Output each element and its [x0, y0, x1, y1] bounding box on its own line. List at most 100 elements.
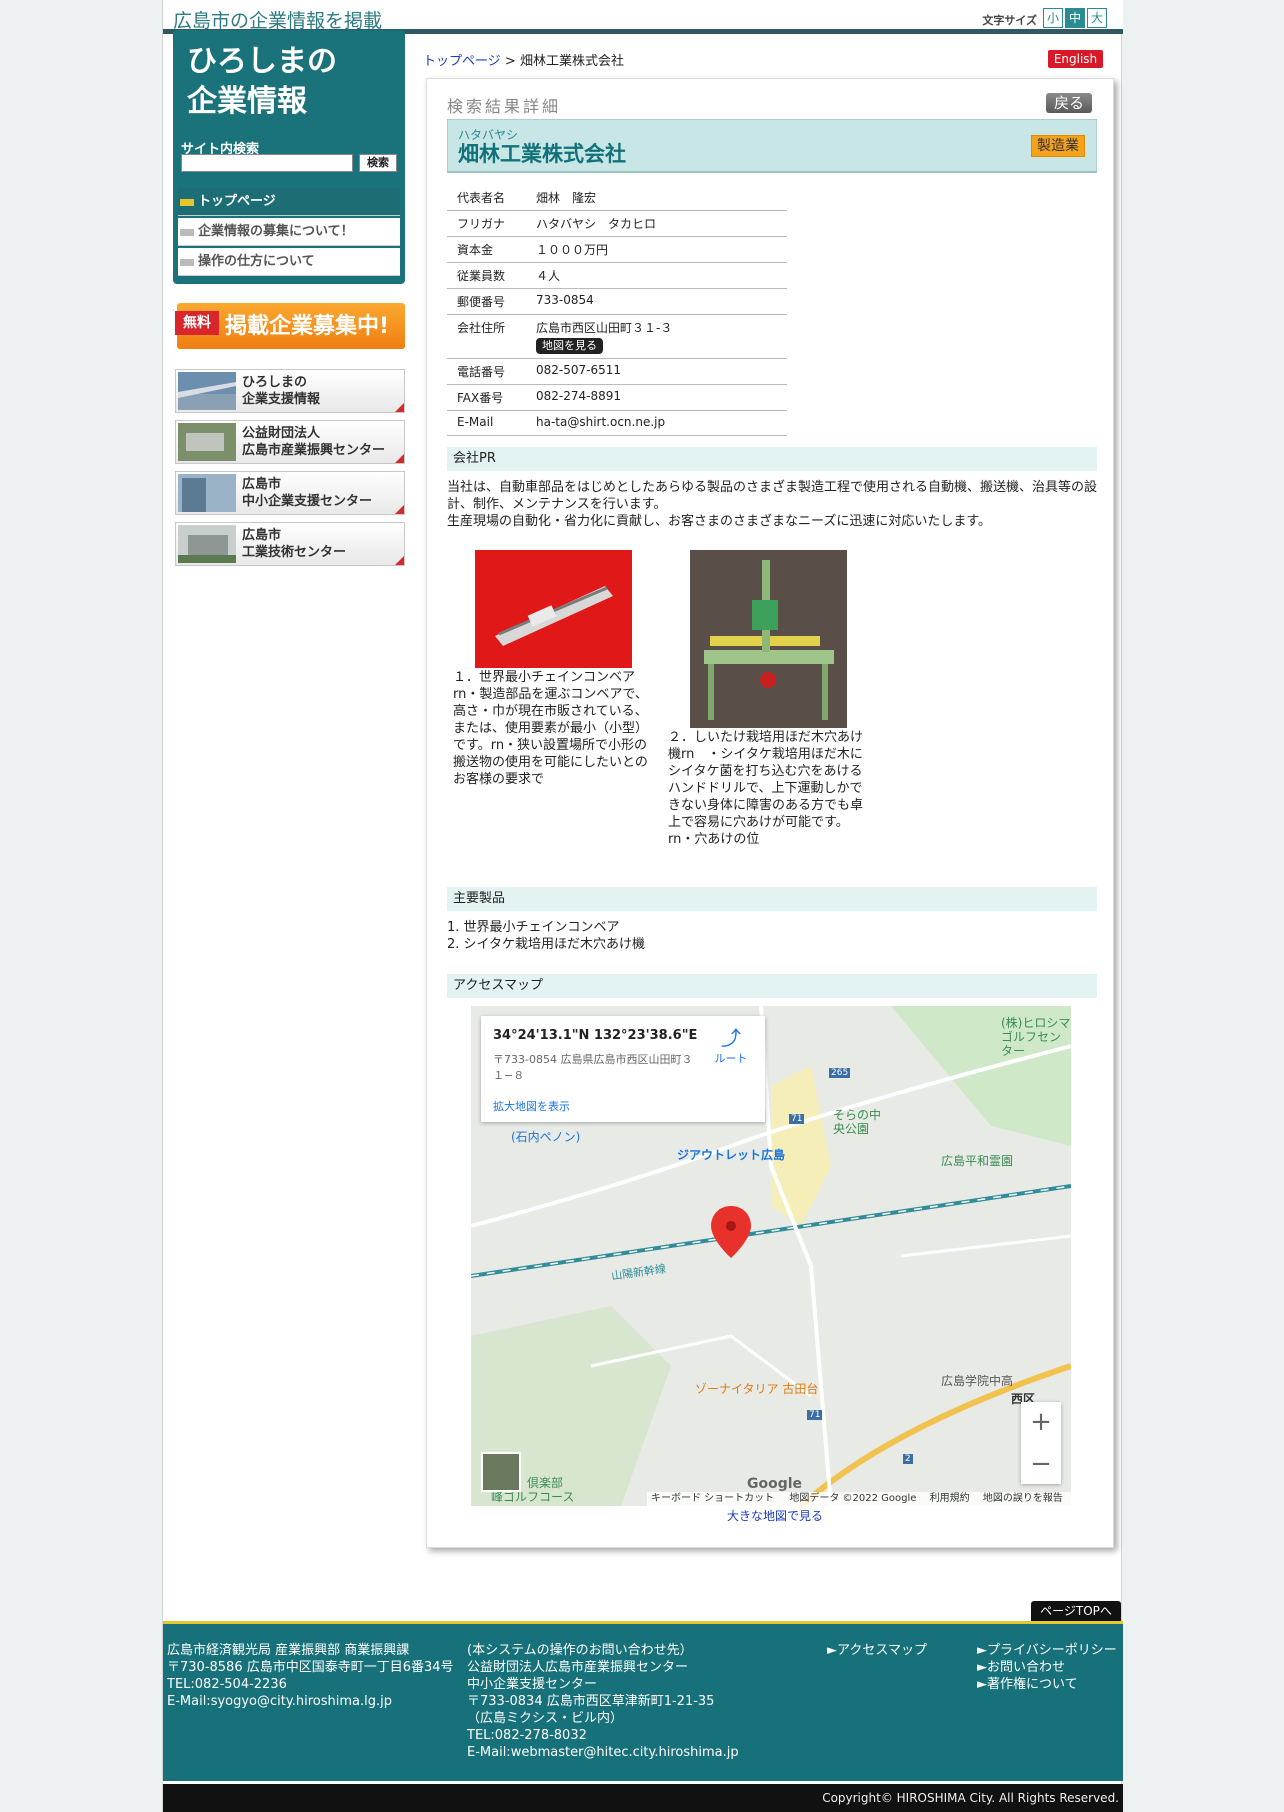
link-sme-center[interactable]: 広島市中小企業支援センター	[175, 471, 405, 515]
company-info-table: 代表者名 畑林 隆宏 フリガナ ハタバヤシ タカヒロ 資本金 １０００万円 従業員数 ４…	[447, 185, 787, 436]
footer-access-map-link[interactable]: ►アクセスマップ	[827, 1642, 927, 1659]
info-value: ha-ta@shirt.ocn.ne.jp	[526, 410, 787, 436]
link-line1: 広島市	[242, 528, 282, 543]
breadcrumb-current: 畑林工業株式会社	[519, 54, 624, 69]
table-row: 郵便番号 733-0854	[447, 288, 787, 315]
font-size-large-button[interactable]: 大	[1087, 8, 1107, 28]
breadcrumb-home[interactable]: トップページ	[423, 54, 501, 69]
map-label-restaurant: ゾーナイタリア 古田台	[695, 1382, 819, 1396]
route-shield-icon: 2	[903, 1454, 913, 1464]
info-key: 電話番号	[447, 358, 526, 385]
info-key: FAX番号	[447, 384, 526, 411]
map-enlarge-link[interactable]: 拡大地図を表示	[493, 1098, 570, 1114]
info-value: ハタバヤシ タカヒロ	[526, 210, 787, 237]
google-map[interactable]: (株)ヒロシマゴルフセンター そらの中央公園 ジアウトレット広島 広島平和霊園 …	[471, 1006, 1071, 1506]
company-header: ハタバヤシ 畑林工業株式会社 製造業	[447, 119, 1097, 173]
search-button[interactable]: 検索	[359, 154, 397, 172]
footer-contact-center: (本システムの操作のお問い合わせ先） 公益財団法人広島市産業振興センター 中小企…	[467, 1643, 739, 1760]
pr-section-heading: 会社PR	[447, 447, 1097, 471]
main-products-heading: 主要製品	[447, 887, 1097, 911]
corner-arrow-icon	[395, 454, 404, 463]
corner-arrow-icon	[395, 403, 404, 412]
english-button[interactable]: English	[1048, 50, 1103, 68]
access-map-heading: アクセスマップ	[447, 974, 1097, 998]
info-value: 082-507-6511	[526, 358, 787, 385]
footer-contact-city: 広島市経済観光局 産業振興部 商業振興課 〒730-8586 広島市中区国泰寺町…	[167, 1643, 454, 1709]
back-button[interactable]: 戻る	[1046, 93, 1092, 113]
free-badge: 無料	[175, 311, 219, 335]
product-caption: ２．しいたけ栽培用ほだ木穴あけ機rn ・シイタケ栽培用ほだ木にシイタケ菌を打ち込…	[668, 730, 864, 847]
link-industry-center[interactable]: 公益財団法人 広島市産業振興センター	[175, 420, 405, 464]
search-input[interactable]	[181, 154, 353, 172]
info-value: 畑林 隆宏	[526, 185, 787, 211]
view-map-button[interactable]: 地図を見る	[536, 338, 603, 354]
map-route-label: ルート	[714, 1052, 748, 1065]
footer: 広島市経済観光局 産業振興部 商業振興課 〒730-8586 広島市中区国泰寺町…	[163, 1621, 1123, 1781]
nav-item-label: 操作の仕方について	[198, 254, 315, 269]
info-value: ４人	[526, 262, 787, 289]
route-shield-icon: 71	[789, 1114, 805, 1124]
corner-arrow-icon	[395, 556, 404, 565]
map-shortcuts-link[interactable]: キーボード ショートカット	[651, 1493, 774, 1504]
map-coordinates: 34°24'13.1"N 132°23'38.6"E	[493, 1028, 698, 1043]
copyright: Copyright© HIROSHIMA City. All Rights Re…	[163, 1784, 1123, 1812]
map-route-button[interactable]: ⤴ ルート	[711, 1026, 751, 1066]
link-line1: 広島市	[242, 477, 282, 492]
map-data-text: 地図データ ©2022 Google	[789, 1493, 917, 1504]
arrow-marker-icon	[180, 199, 194, 206]
info-key: 代表者名	[447, 185, 526, 211]
site-logo[interactable]: ひろしまの 企業情報	[187, 42, 337, 122]
map-label-school: 広島学院中高	[941, 1374, 1014, 1388]
large-map-link[interactable]: 大きな地図で見る	[727, 1507, 823, 1524]
footer-links[interactable]: ►プライバシーポリシー ►お問い合わせ ►著作権について	[977, 1642, 1117, 1693]
link-support-info[interactable]: ひろしまの企業支援情報	[175, 369, 405, 413]
nav-item-recruit-info[interactable]: 企業情報の募集について！	[178, 218, 400, 246]
link-line2: 工業技術センター	[242, 545, 347, 560]
link-tech-center[interactable]: 広島市工業技術センター	[175, 522, 405, 566]
conveyor-product-photo[interactable]	[475, 550, 632, 668]
map-label-park: そらの中央公園	[833, 1108, 882, 1136]
info-value: 082-274-8891	[526, 384, 787, 411]
font-size-small-button[interactable]: 小	[1043, 8, 1063, 28]
breadcrumb-separator: >	[504, 54, 516, 69]
satellite-toggle[interactable]	[481, 1452, 521, 1492]
industry-badge: 製造業	[1031, 135, 1085, 157]
nav-item-top[interactable]: トップページ	[178, 188, 400, 216]
link-line2: 企業支援情報	[242, 392, 321, 407]
info-key: フリガナ	[447, 210, 526, 237]
map-label-cemetery: 広島平和霊園	[941, 1154, 1014, 1168]
drill-machine-product-photo[interactable]	[690, 550, 847, 728]
table-row: フリガナ ハタバヤシ タカヒロ	[447, 210, 787, 237]
link-line2: 広島市産業振興センター	[242, 443, 386, 458]
link-line2: 中小企業支援センター	[242, 494, 373, 509]
info-value: １０００万円	[526, 236, 787, 263]
google-logo: Google	[747, 1476, 803, 1492]
nav-item-howto[interactable]: 操作の仕方について	[178, 248, 400, 276]
arrow-marker-icon	[180, 229, 194, 236]
building-thumbnail	[178, 474, 236, 512]
table-row: 代表者名 畑林 隆宏	[447, 185, 787, 211]
map-info-card: 34°24'13.1"N 132°23'38.6"E 〒733-0854 広島県…	[481, 1016, 765, 1122]
table-row: 会社住所 広島市西区山田町３１-３ 地図を見る	[447, 314, 787, 359]
font-size-medium-button[interactable]: 中	[1065, 8, 1085, 28]
breadcrumb: トップページ > 畑林工業株式会社	[423, 50, 624, 69]
zoom-out-button[interactable]: −	[1021, 1444, 1061, 1484]
building-aerial-thumbnail	[178, 423, 236, 461]
page: 広島市の企業情報を掲載 文字サイズ 小 中 大 ひろしまの 企業情報 サイト内検…	[162, 0, 1123, 1812]
table-row: E-Mail ha-ta@shirt.ocn.ne.jp	[447, 410, 787, 436]
zoom-in-button[interactable]: +	[1021, 1402, 1061, 1442]
map-terms-link[interactable]: 利用規約	[930, 1493, 970, 1504]
route-arrow-icon: ⤴	[721, 1026, 741, 1050]
table-row: FAX番号 082-274-8891	[447, 384, 787, 411]
map-label-golf: (株)ヒロシマゴルフセンター	[1001, 1016, 1071, 1058]
recruit-banner[interactable]: 無料 掲載企業募集中!	[175, 303, 405, 349]
map-address: 〒733-0854 広島県広島市西区山田町３１−８	[493, 1053, 693, 1082]
list-item: 2. シイタケ栽培用ほだ木穴あけ機	[447, 937, 646, 952]
detail-heading: 検索結果詳細	[447, 97, 562, 116]
info-key: E-Mail	[447, 410, 526, 436]
map-label-outlet: ジアウトレット広島	[677, 1148, 786, 1162]
corner-arrow-icon	[395, 505, 404, 514]
link-line1: ひろしまの	[242, 375, 308, 390]
info-key: 従業員数	[447, 262, 526, 289]
page-top-button[interactable]: ページTOPへ	[1031, 1601, 1121, 1621]
